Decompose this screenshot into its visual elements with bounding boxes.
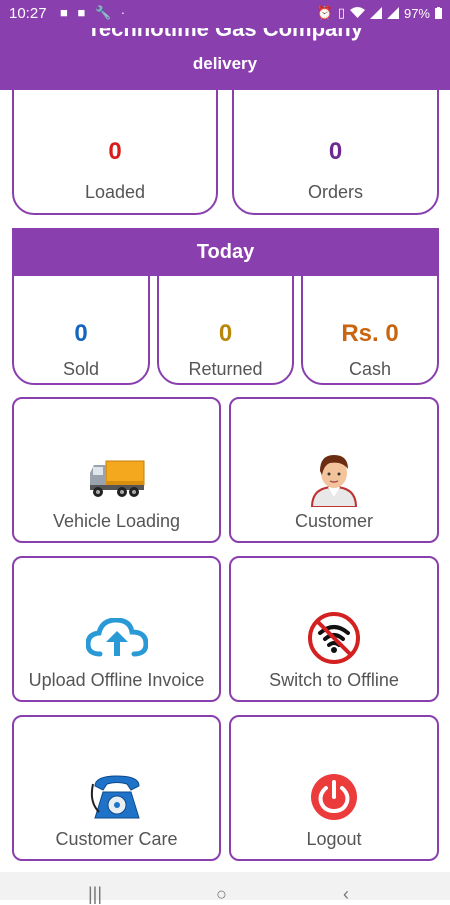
returned-card: 0 Returned <box>157 274 294 385</box>
cloud-upload-icon <box>14 610 219 666</box>
logout-label: Logout <box>306 829 362 849</box>
sold-count: 0 <box>74 320 88 347</box>
orders-label: Orders <box>307 182 363 202</box>
vibrate-icon: ▯ <box>337 5 345 20</box>
customer-icon <box>231 451 437 507</box>
wrench-icon: 🔧 <box>94 5 115 20</box>
back-icon[interactable]: ‹ <box>343 884 349 905</box>
battery-percent: 97% <box>403 5 430 21</box>
power-icon <box>231 769 437 825</box>
orders-count: 0 <box>328 138 343 165</box>
loaded-count: 0 <box>108 138 122 165</box>
home-icon[interactable]: ○ <box>216 884 227 905</box>
logout-button[interactable]: Logout <box>229 715 439 861</box>
company-title: Technotime Gas Company <box>87 28 363 41</box>
customer-care-label: Customer Care <box>55 829 178 849</box>
signal-icon <box>386 7 399 19</box>
orders-card: 0 Orders <box>232 88 439 215</box>
customer-button[interactable]: Customer <box>229 397 439 543</box>
video-icon: ■ <box>77 5 89 20</box>
returned-label: Returned <box>188 359 263 379</box>
cash-label: Cash <box>348 359 392 379</box>
switch-to-offline-button[interactable]: Switch to Offline <box>229 556 439 702</box>
returned-count: 0 <box>218 320 233 347</box>
sold-label: Sold <box>62 359 100 379</box>
loaded-label: Loaded <box>84 182 146 202</box>
status-system-icons: ⏰ ▯ 97% <box>317 5 442 21</box>
vehicle-loading-label: Vehicle Loading <box>52 511 181 531</box>
dot-icon: · <box>120 5 129 20</box>
customer-label: Customer <box>294 511 374 531</box>
recent-apps-icon[interactable]: ||| <box>88 884 102 905</box>
app-header: Technotime Gas Company delivery <box>0 28 450 90</box>
battery-icon <box>435 7 442 19</box>
system-navigation-bar: ||| ○ ‹ <box>0 872 450 904</box>
wifi-icon <box>349 7 365 18</box>
status-notifications: ■ ■ 🔧 · <box>60 5 128 21</box>
upload-offline-invoice-label: Upload Offline Invoice <box>28 670 205 690</box>
page-subtitle: delivery <box>192 54 258 73</box>
cash-card: Rs. 0 Cash <box>301 274 439 385</box>
customer-care-button[interactable]: Customer Care <box>12 715 221 861</box>
loaded-card: 0 Loaded <box>12 88 218 215</box>
status-time: 10:27 <box>9 5 47 22</box>
telephone-icon <box>14 769 219 825</box>
vehicle-loading-button[interactable]: Vehicle Loading <box>12 397 221 543</box>
alarm-icon: ⏰ <box>316 5 333 20</box>
status-bar: 10:27 ■ ■ 🔧 · ⏰ ▯ 97% <box>0 0 450 28</box>
sold-card: 0 Sold <box>12 274 150 385</box>
upload-offline-invoice-button[interactable]: Upload Offline Invoice <box>12 556 221 702</box>
signal-icon <box>369 7 382 19</box>
switch-to-offline-label: Switch to Offline <box>269 670 399 690</box>
wifi-off-icon <box>231 610 437 666</box>
video-icon: ■ <box>60 5 71 20</box>
truck-icon <box>14 451 219 507</box>
today-header: Today <box>12 228 439 276</box>
cash-amount: Rs. 0 <box>341 320 399 347</box>
